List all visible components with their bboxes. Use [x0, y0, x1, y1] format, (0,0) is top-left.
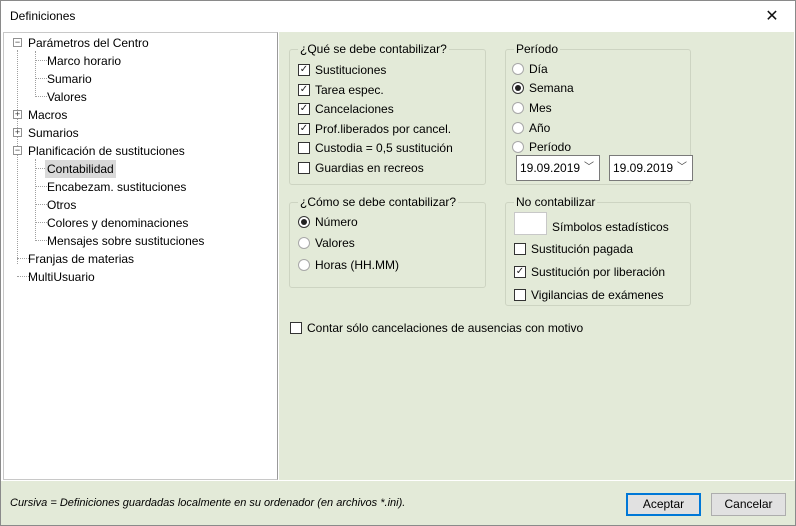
tree-item-valores[interactable]: Valores: [47, 88, 87, 106]
tree-item-multiusuario[interactable]: MultiUsuario: [28, 268, 95, 286]
collapse-icon[interactable]: −: [13, 146, 22, 155]
group-title: No contabilizar: [514, 195, 598, 209]
date-from-value: 19.09.2019: [520, 161, 581, 175]
periodo-periodo-radio[interactable]: Período: [512, 139, 571, 155]
sustituciones-checkbox[interactable]: ✓ Sustituciones: [298, 62, 386, 78]
que-contabilizar-group: ¿Qué se debe contabilizar? ✓ Sustitucion…: [289, 42, 486, 185]
contabilidad-panel: ¿Qué se debe contabilizar? ✓ Sustitucion…: [279, 32, 794, 480]
definiciones-dialog: Definiciones ✕ − + + − Parámetros del Ce…: [0, 0, 796, 526]
radio-icon: [298, 259, 310, 271]
close-icon[interactable]: ✕: [749, 1, 795, 31]
no-contabilizar-group: No contabilizar Símbolos estadísticos Su…: [505, 195, 691, 306]
group-title: Período: [514, 42, 561, 56]
tree-item-otros[interactable]: Otros: [47, 196, 76, 214]
collapse-icon[interactable]: −: [13, 38, 22, 47]
tree-item-encabezam-sustituciones[interactable]: Encabezam. sustituciones: [47, 178, 186, 196]
radio-icon: [512, 63, 524, 75]
custodia-checkbox[interactable]: Custodia = 0,5 sustitución: [298, 140, 453, 156]
como-contabilizar-group: ¿Cómo se debe contabilizar? Número Valor…: [289, 195, 486, 288]
tree-item-parametros-del-centro[interactable]: Parámetros del Centro: [28, 34, 149, 52]
expand-icon[interactable]: +: [13, 128, 22, 137]
group-title: ¿Qué se debe contabilizar?: [298, 42, 449, 56]
chevron-down-icon[interactable]: ﹀: [584, 156, 594, 180]
periodo-dia-radio[interactable]: Día: [512, 61, 548, 77]
cancelar-button[interactable]: Cancelar: [711, 493, 786, 516]
como-numero-radio[interactable]: Número: [298, 214, 358, 230]
check-icon: ✓: [514, 266, 526, 278]
dialog-footer: Cursiva = Definiciones guardadas localme…: [1, 481, 795, 525]
date-from-picker[interactable]: 19.09.2019 ﹀: [516, 155, 600, 181]
contar-solo-cancelaciones-checkbox[interactable]: Contar sólo cancelaciones de ausencias c…: [290, 320, 583, 336]
check-icon: [298, 162, 310, 174]
tree-item-contabilidad[interactable]: Contabilidad: [45, 160, 116, 178]
tree-item-sumarios[interactable]: Sumarios: [28, 124, 79, 142]
tree-item-mensajes-sobre-sustituciones[interactable]: Mensajes sobre sustituciones: [47, 232, 204, 250]
date-to-value: 19.09.2019: [613, 161, 674, 175]
check-icon: [514, 243, 526, 255]
check-icon: [290, 322, 302, 334]
tree-item-sumario[interactable]: Sumario: [47, 70, 92, 88]
tree-item-colores-y-denominaciones[interactable]: Colores y denominaciones: [47, 214, 188, 232]
cancelaciones-checkbox[interactable]: ✓ Cancelaciones: [298, 101, 394, 117]
periodo-ano-radio[interactable]: Año: [512, 120, 550, 136]
simbolos-estadisticos-label: Símbolos estadísticos: [552, 220, 669, 234]
group-title: ¿Cómo se debe contabilizar?: [298, 195, 459, 209]
chevron-down-icon[interactable]: ﹀: [677, 156, 687, 180]
radio-icon: [298, 237, 310, 249]
date-to-picker[interactable]: 19.09.2019 ﹀: [609, 155, 693, 181]
guardias-en-recreos-checkbox[interactable]: Guardias en recreos: [298, 160, 424, 176]
check-icon: ✓: [298, 103, 310, 115]
check-icon: ✓: [298, 84, 310, 96]
check-icon: ✓: [298, 64, 310, 76]
check-icon: ✓: [298, 123, 310, 135]
aceptar-button[interactable]: Aceptar: [626, 493, 701, 516]
settings-tree[interactable]: − + + − Parámetros del Centro Marco hora…: [3, 32, 278, 480]
sustitucion-pagada-checkbox[interactable]: Sustitución pagada: [514, 241, 633, 257]
tree-item-planificacion-de-sustituciones[interactable]: Planificación de sustituciones: [28, 142, 185, 160]
simbolos-estadisticos-color-swatch[interactable]: [514, 212, 547, 235]
expand-icon[interactable]: +: [13, 110, 22, 119]
tree-item-franjas-de-materias[interactable]: Franjas de materias: [28, 250, 134, 268]
como-valores-radio[interactable]: Valores: [298, 235, 355, 251]
periodo-mes-radio[interactable]: Mes: [512, 100, 552, 116]
radio-selected-icon: [298, 216, 310, 228]
prof-liberados-checkbox[interactable]: ✓ Prof.liberados por cancel.: [298, 121, 451, 137]
como-horas-radio[interactable]: Horas (HH.MM): [298, 257, 399, 273]
cursiva-note: Cursiva = Definiciones guardadas localme…: [10, 497, 406, 509]
sustitucion-por-liberacion-checkbox[interactable]: ✓ Sustitución por liberación: [514, 264, 665, 280]
check-icon: [514, 289, 526, 301]
radio-icon: [512, 102, 524, 114]
radio-icon: [512, 141, 524, 153]
window-title: Definiciones: [10, 9, 76, 23]
tree-item-macros[interactable]: Macros: [28, 106, 67, 124]
tree-item-marco-horario[interactable]: Marco horario: [47, 52, 121, 70]
vigilancias-de-examenes-checkbox[interactable]: Vigilancias de exámenes: [514, 287, 664, 303]
title-bar: Definiciones ✕: [1, 1, 795, 31]
periodo-semana-radio[interactable]: Semana: [512, 80, 574, 96]
radio-selected-icon: [512, 82, 524, 94]
tarea-espec-checkbox[interactable]: ✓ Tarea espec.: [298, 82, 384, 98]
radio-icon: [512, 122, 524, 134]
check-icon: [298, 142, 310, 154]
